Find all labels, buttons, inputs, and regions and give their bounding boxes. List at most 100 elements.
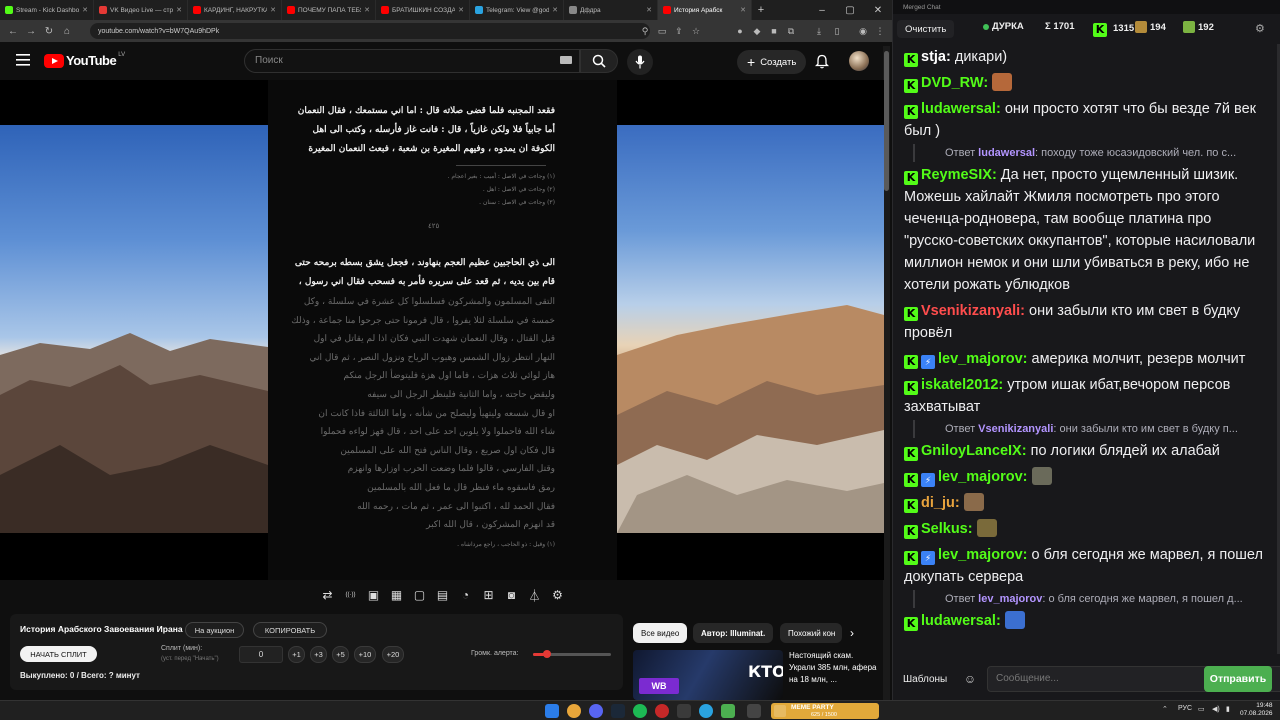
reply-preview[interactable]: Ответ ludawersal: походу тоже юсаэидовск… [913,144,1276,162]
chat-username[interactable]: ludawersal [921,613,996,629]
zoom-icon[interactable]: ⚲ [638,24,652,38]
increment-button[interactable]: +3 [310,646,327,663]
volume-knob[interactable] [543,650,552,658]
share-icon[interactable]: ⇪ [672,24,686,38]
increment-button[interactable]: +20 [382,646,404,663]
new-tab-button[interactable]: + [752,4,770,16]
youtube-logo[interactable]: YouTube LV [44,52,125,68]
start-icon[interactable] [545,704,559,718]
extension-icon[interactable]: ■ [767,24,781,38]
increment-button[interactable]: +10 [354,646,376,663]
notifications-bell-icon[interactable] [815,54,829,69]
forward-icon[interactable]: → [22,20,40,42]
auction-button[interactable]: На аукцион [185,622,244,638]
frame-icon[interactable]: ▢ [410,585,429,605]
menu-icon[interactable]: ⋮ [873,24,887,38]
browser-tab[interactable]: VK Видео Live — стрим✕ [94,0,188,20]
chat-username[interactable]: lev_majorov [938,351,1023,367]
split-minutes-input[interactable]: 0 [239,646,283,663]
browser-tab[interactable]: История Арабск ✕ [658,0,752,20]
search-button[interactable] [580,49,618,73]
tab-close-icon[interactable]: ✕ [82,6,88,14]
chat-message[interactable]: Kludawersal: [893,608,1276,634]
download-icon[interactable]: ⤓ [812,24,826,38]
subtitles-icon[interactable]: ▤ [433,585,452,605]
chat-username[interactable]: ludawersal [921,101,996,117]
clapper-icon[interactable]: ▦ [387,585,406,605]
profile-icon[interactable]: ◉ [856,24,870,38]
increment-button[interactable]: +1 [288,646,305,663]
chat-message[interactable]: K ⚡ lev_majorov: америка молчит, резерв мо… [893,346,1276,372]
gear-icon[interactable]: ⚙ [548,585,567,605]
chat-message[interactable]: K Vsenikizanyali: они забыли кто им свет … [893,298,1276,346]
extension-icon[interactable]: ● [733,24,747,38]
camera-icon[interactable]: ◙ [502,585,521,605]
chat-username[interactable]: lev_majorov [938,547,1023,563]
settings-gear-icon[interactable]: ⚙ [1255,22,1265,35]
reply-preview[interactable]: Ответ Vsenikizanyali: они забыли кто им … [913,420,1276,438]
browser-tab[interactable]: Дфдра ✕ [564,0,658,20]
spotify-icon[interactable] [633,704,647,718]
chat-message[interactable]: Kiskatel2012: утром ишак ибат,вечором пе… [893,372,1276,420]
recommendation-thumbnail[interactable]: WB КТО [633,650,783,700]
chat-message[interactable]: Kludawersal: они просто хотят что бы вез… [893,96,1276,144]
chip-similar[interactable]: Похожий кон [780,623,842,643]
chat-message[interactable]: K ⚡ lev_majorov: [893,464,1276,490]
home-icon[interactable]: ⌂ [58,20,76,42]
browser-tab[interactable]: БРАТИШКИН СОЗДА ✕ [376,0,470,20]
url-field[interactable]: youtube.com/watch?v=bW7QAu9hDPk [90,23,650,39]
battery-icon[interactable]: ▮ [1226,705,1230,713]
tray-chevron-icon[interactable]: ⌃ [1162,705,1168,713]
browser-tab[interactable]: ПОЧЕМУ ПАПА ТЕБЯ ✕ [282,0,376,20]
flask-icon[interactable]: ⏃ [525,585,544,605]
tab-close-icon[interactable]: ✕ [458,6,464,14]
tab-close-icon[interactable]: ✕ [552,6,558,14]
bookmark-icon[interactable]: ☆ [689,24,703,38]
media-widget[interactable]: MEME PARTY 625 / 1500 [771,703,879,719]
tab-close-icon[interactable]: ✕ [364,6,370,14]
browser-tab[interactable]: Telegram: View @god ✕ [470,0,564,20]
reload-icon[interactable]: ↻ [40,20,58,42]
steam-icon[interactable] [611,704,625,718]
chat-username[interactable]: Selkus [921,521,968,537]
maximize-icon[interactable]: ▢ [836,0,864,20]
chat-message[interactable]: Kstja: дикари) [893,44,1276,70]
reply-preview[interactable]: Ответ lev_majorov: о бля сегодня же марв… [913,590,1276,608]
extensions-puzzle-icon[interactable]: ⧉ [784,24,798,38]
increment-button[interactable]: +5 [332,646,349,663]
chat-message[interactable]: K DVD_RW: [893,70,1276,96]
discord-icon[interactable] [589,704,603,718]
hamburger-menu-icon[interactable] [16,54,30,66]
extension-icon[interactable]: ◆ [750,24,764,38]
clock[interactable]: 19:48 07.08.2026 [1240,702,1273,718]
tab-close-icon[interactable]: ✕ [176,6,182,14]
cast-icon[interactable]: ▭ [655,24,669,38]
chat-username[interactable]: DVD_RW [921,75,983,91]
record-icon[interactable]: ▣ [364,585,383,605]
chat-message[interactable]: K ReymeSIX: Да нет, просто ущемленный шиз… [893,162,1276,298]
chat-message[interactable]: K Selkus: [893,516,1276,542]
start-split-button[interactable]: НАЧАТЬ СПЛИТ [20,646,97,662]
alert-volume-slider[interactable] [533,650,611,658]
chat-username[interactable]: iskatel2012 [921,377,998,393]
browser-tab[interactable]: Stream - Kick Dashboard✕ [0,0,94,20]
chat-message[interactable]: K ⚡ lev_majorov: о бля сегодня же марвел, … [893,542,1276,590]
chat-message[interactable]: K GniloyLanceIX: по логики блядей их алаб… [893,438,1276,464]
tab-close-icon[interactable]: ✕ [740,6,746,14]
chat-username[interactable]: GniloyLanceIX [921,443,1022,459]
minimize-icon[interactable]: – [808,0,836,20]
app-icon[interactable] [655,704,669,718]
network-icon[interactable]: ▭ [1198,705,1205,713]
templates-button[interactable]: Шаблоны [899,668,951,690]
voice-search-button[interactable] [627,49,653,75]
tab-close-icon[interactable]: ✕ [270,6,276,14]
chat-username[interactable]: Vsenikizanyali [921,303,1020,319]
sidebar-icon[interactable]: ▯ [830,24,844,38]
telegram-icon[interactable] [699,704,713,718]
scrollbar-thumb[interactable] [884,51,889,191]
search-input[interactable]: Поиск [244,49,580,73]
video-player[interactable]: فقعد المجنبه فلما قضى صلاته قال : اما ان… [0,80,884,580]
volume-icon[interactable]: ◀) [1212,705,1220,713]
copy-button[interactable]: КОПИРОВАТЬ [253,622,327,638]
chevron-right-icon[interactable]: › [850,626,854,640]
